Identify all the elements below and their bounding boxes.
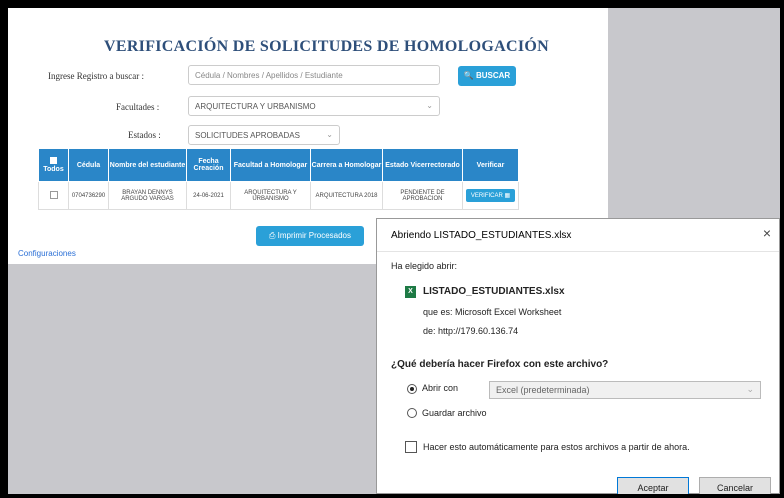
column-header: Carrera a Homologar [310,148,383,182]
file-source: de: http://179.60.136.74 [423,326,519,336]
question-text: ¿Qué debería hacer Firefox con este arch… [391,359,609,370]
dialog-divider [377,251,779,252]
print-button-label: Imprimir Procesados [277,231,351,240]
search-placeholder: Cédula / Nombres / Apellidos / Estudiant… [195,71,343,80]
accept-button[interactable]: Aceptar [617,477,689,494]
column-header: Verificar [462,148,519,182]
cell-fecha: 24-06-2021 [186,181,231,210]
faculty-label: Facultades : [116,102,160,112]
state-value: SOLICITUDES APROBADAS [195,131,300,140]
save-file-radio[interactable] [407,408,417,418]
verify-button[interactable]: VERIFICAR ▦ [465,189,516,202]
requests-table: Todos Cédula Nombre del estudiante Fecha… [38,148,519,210]
download-dialog: Abriendo LISTADO_ESTUDIANTES.xlsx × Ha e… [376,218,780,494]
search-button-label: BUSCAR [475,71,511,80]
table-header-row: Todos Cédula Nombre del estudiante Fecha… [38,148,519,182]
table-row: 0704736290 BRAYAN DENNYS ARGUDO VARGAS 2… [38,181,519,210]
search-button[interactable]: 🔍 BUSCAR [458,66,516,86]
search-label: Ingrese Registro a buscar : [48,71,144,81]
file-name: LISTADO_ESTUDIANTES.xlsx [423,286,565,297]
search-input[interactable]: Cédula / Nombres / Apellidos / Estudiant… [188,65,440,85]
faculty-value: ARQUITECTURA Y URBANISMO [195,102,316,111]
row-checkbox[interactable] [49,190,58,199]
state-label: Estados : [128,130,161,140]
auto-action-label[interactable]: Hacer esto automáticamente para estos ar… [423,442,690,452]
config-link[interactable]: Configuraciones [18,249,76,258]
cancel-button[interactable]: Cancelar [699,477,771,494]
print-processed-button[interactable]: ⎙ Imprimir Procesados [256,226,364,246]
row-select-cell [38,181,69,210]
column-header: Estado Vicerrectorado [382,148,463,182]
open-with-label[interactable]: Abrir con [422,383,458,393]
calendar-icon: ▦ [504,193,511,199]
column-header: Facultad a Homologar [230,148,311,182]
column-header: Todos [43,166,64,173]
search-icon: 🔍 [463,71,474,80]
app-select-value: Excel (predeterminada) [496,385,590,395]
column-header: Nombre del estudiante [108,148,187,182]
app-select[interactable]: Excel (predeterminada) ⌄ [489,381,761,399]
chosen-label: Ha elegido abrir: [391,261,458,271]
save-file-label[interactable]: Guardar archivo [422,408,487,418]
verify-button-label: VERIFICAR [470,193,503,199]
cell-verificar: VERIFICAR ▦ [462,181,519,210]
open-with-radio[interactable] [407,384,417,394]
state-select[interactable]: SOLICITUDES APROBADAS ⌄ [188,125,340,145]
cell-estado: PENDIENTE DE APROBACION [382,181,463,210]
file-type: que es: Microsoft Excel Worksheet [423,307,562,317]
screen: VERIFICACIÓN DE SOLICITUDES DE HOMOLOGAC… [8,8,780,494]
select-all-header[interactable]: Todos [38,148,69,182]
print-icon: ⎙ [269,231,276,240]
chevron-down-icon: ⌄ [746,384,754,394]
close-icon[interactable]: × [763,225,771,241]
cell-nombre: BRAYAN DENNYS ARGUDO VARGAS [108,181,187,210]
cell-carrera: ARQUITECTURA 2018 [310,181,383,210]
faculty-select[interactable]: ARQUITECTURA Y URBANISMO ⌄ [188,96,440,116]
chevron-down-icon: ⌄ [426,101,433,110]
select-all-checkbox[interactable] [50,157,57,164]
page-title: VERIFICACIÓN DE SOLICITUDES DE HOMOLOGAC… [104,38,549,55]
column-header: Cédula [68,148,109,182]
xlsx-file-icon: X [405,286,416,298]
cell-cedula: 0704736290 [68,181,109,210]
auto-action-checkbox[interactable] [405,441,417,453]
cell-facultad: ARQUITECTURA Y URBANISMO [230,181,311,210]
chevron-down-icon: ⌄ [326,130,333,139]
column-header: Fecha Creación [186,148,231,182]
dialog-title: Abriendo LISTADO_ESTUDIANTES.xlsx [391,230,572,241]
